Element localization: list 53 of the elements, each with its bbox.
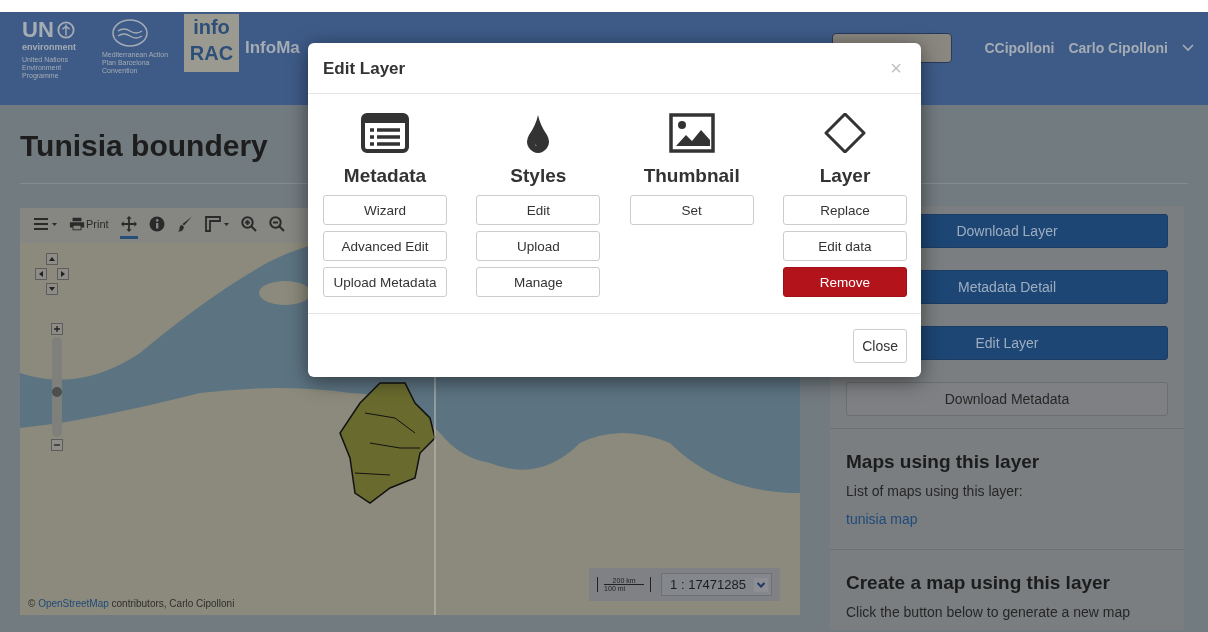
pan-left-button[interactable]	[35, 268, 47, 280]
remove-button[interactable]: Remove	[783, 267, 907, 297]
section-text: Click the button below to generate a new map	[846, 604, 1132, 620]
move-icon	[120, 216, 137, 232]
page-title: Tunisia boundery	[20, 128, 268, 164]
zoom-in-button[interactable]	[51, 323, 63, 335]
secondary-button[interactable]: Download Metadata	[846, 382, 1168, 416]
action-button[interactable]: Edit	[476, 195, 601, 225]
info-icon	[148, 216, 165, 232]
zoom-out-icon	[268, 216, 285, 232]
print-button[interactable]: Print	[68, 212, 110, 239]
pan-down-button[interactable]	[46, 283, 58, 295]
list-icon	[361, 113, 409, 153]
close-button[interactable]: Close	[853, 329, 907, 363]
user-menu[interactable]: Carlo Cipolloni	[1068, 40, 1168, 56]
action-button[interactable]: Set	[629, 195, 754, 225]
chevron-down-icon[interactable]	[1182, 44, 1194, 52]
column-title: Metadata	[343, 165, 427, 187]
printer-icon	[69, 216, 85, 232]
action-button[interactable]: Replace	[783, 195, 907, 225]
section-text: List of maps using this layer:	[846, 483, 1024, 499]
scale-select[interactable]: 1 : 17471285	[661, 573, 772, 596]
zoom-slider-thumb[interactable]	[52, 387, 62, 397]
action-button[interactable]: Edit data	[783, 231, 907, 261]
action-button[interactable]: Upload Metadata	[323, 267, 447, 297]
menu-icon	[33, 216, 57, 232]
image-icon	[667, 113, 716, 153]
site-name[interactable]: InfoMa	[245, 38, 300, 58]
section-title: Create a map using this layer	[846, 572, 1111, 594]
wreath-emblem-icon	[110, 18, 150, 48]
action-button[interactable]: Wizard	[323, 195, 447, 225]
zoom-in-icon	[240, 216, 257, 232]
caret-icon	[754, 577, 768, 592]
brush-icon	[176, 216, 193, 232]
column-title: Styles	[510, 165, 567, 187]
action-button[interactable]: Upload	[476, 231, 601, 261]
username-link[interactable]: CCipolloni	[984, 40, 1055, 56]
action-button[interactable]: Advanced Edit	[323, 231, 447, 261]
column-title: Layer	[819, 165, 871, 187]
section-title: Maps using this layer	[846, 451, 1041, 473]
pan-right-button[interactable]	[57, 268, 69, 280]
action-button[interactable]: Manage	[476, 267, 601, 297]
zoom-slider[interactable]	[52, 337, 62, 437]
ruler-icon	[204, 216, 229, 232]
pan-up-button[interactable]	[46, 253, 58, 265]
zoom-out-button[interactable]	[51, 439, 63, 451]
dialog-title: Edit Layer	[323, 58, 406, 79]
logo-text: environment	[22, 42, 77, 53]
logo-text: UN	[22, 18, 54, 42]
column-title: Thumbnail	[643, 165, 740, 187]
map-attribution: © OpenStreetMap contributors, Carlo Cipolloni	[28, 598, 235, 609]
info-rac-logo: info RAC	[184, 14, 239, 72]
openstreetmap-link[interactable]: OpenStreetMap	[38, 598, 109, 609]
